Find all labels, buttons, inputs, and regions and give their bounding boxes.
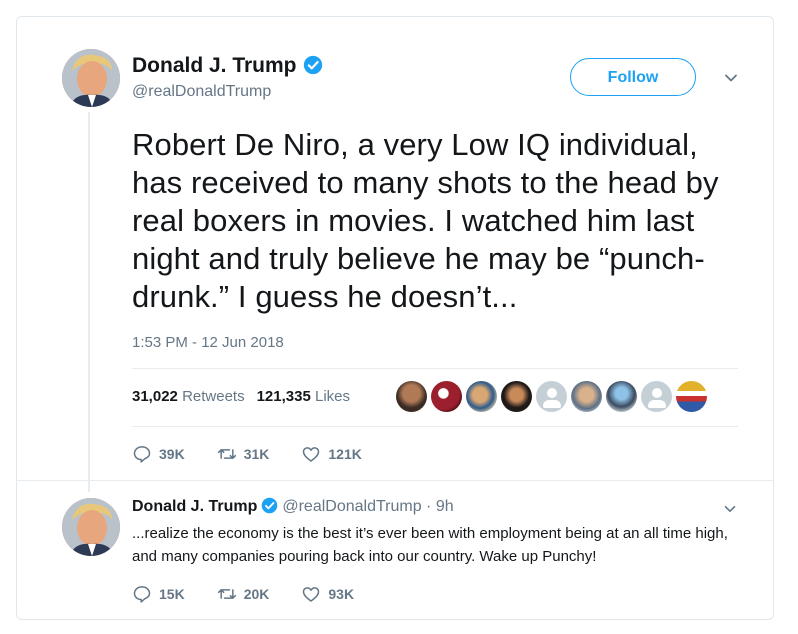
liker-avatar[interactable] xyxy=(606,381,637,412)
retweets-label: Retweets xyxy=(182,388,245,405)
liker-avatar[interactable] xyxy=(466,381,497,412)
follow-button[interactable]: Follow xyxy=(570,58,696,96)
thread-connector-line xyxy=(88,112,90,492)
reply-icon xyxy=(133,586,151,603)
engagement-stats: 31,022 Retweets 121,335 Likes xyxy=(132,388,350,405)
likes-count: 121,335 xyxy=(256,388,311,405)
liker-avatar[interactable] xyxy=(571,381,602,412)
reply-count: 39K xyxy=(159,446,185,462)
reply-button[interactable]: 15K xyxy=(132,584,185,604)
retweets-stat[interactable]: 31,022 Retweets xyxy=(132,388,245,405)
default-avatar-icon[interactable] xyxy=(536,381,567,412)
verified-badge-icon xyxy=(303,55,323,75)
like-count: 93K xyxy=(328,586,355,602)
liker-avatar[interactable] xyxy=(676,381,707,412)
retweet-count: 20K xyxy=(243,586,270,602)
reply-actions: 15K 20K 93K xyxy=(132,584,386,604)
tweet-timestamp[interactable]: 1:53 PM - 12 Jun 2018 xyxy=(132,334,284,351)
like-icon xyxy=(303,587,320,602)
reply-count: 15K xyxy=(159,586,185,602)
author-avatar[interactable] xyxy=(62,49,120,107)
likes-label: Likes xyxy=(315,388,351,405)
retweet-icon xyxy=(217,449,236,459)
reply-handle-time[interactable]: @realDonaldTrump · 9h xyxy=(282,498,453,515)
author-handle[interactable]: @realDonaldTrump xyxy=(132,83,271,101)
tweet-text: Robert De Niro, a very Low IQ individual… xyxy=(132,127,719,314)
like-button[interactable]: 93K xyxy=(301,584,354,604)
reply-author-avatar[interactable] xyxy=(62,498,120,556)
divider xyxy=(132,368,738,369)
divider xyxy=(16,480,774,481)
retweets-count: 31,022 xyxy=(132,388,178,405)
like-count: 121K xyxy=(328,446,362,462)
retweet-button[interactable]: 20K xyxy=(217,584,270,604)
retweet-button[interactable]: 31K xyxy=(217,444,270,464)
liker-avatar[interactable] xyxy=(431,381,462,412)
reply-icon xyxy=(133,446,151,463)
author-name-text[interactable]: Donald J. Trump xyxy=(132,54,297,77)
reply-button[interactable]: 39K xyxy=(132,444,185,464)
avatar-photo-icon xyxy=(62,49,120,107)
author-name[interactable]: Donald J. Trump xyxy=(132,54,323,78)
like-button[interactable]: 121K xyxy=(301,444,362,464)
liker-avatar[interactable] xyxy=(396,381,427,412)
liker-avatars xyxy=(396,381,711,415)
like-icon xyxy=(303,447,320,462)
chevron-down-icon[interactable] xyxy=(722,501,738,517)
default-avatar-icon[interactable] xyxy=(641,381,672,412)
tweet-actions: 39K 31K 121K xyxy=(132,444,394,464)
retweet-count: 31K xyxy=(243,446,270,462)
avatar-photo-icon xyxy=(62,498,120,556)
verified-badge-icon xyxy=(261,497,278,514)
chevron-down-icon[interactable] xyxy=(722,69,740,87)
divider xyxy=(132,426,738,427)
likes-stat[interactable]: 121,335 Likes xyxy=(257,388,350,405)
reply-text: ...realize the economy is the best it’s … xyxy=(132,525,728,565)
liker-avatar[interactable] xyxy=(501,381,532,412)
reply-author-line: Donald J. Trump @realDonaldTrump · 9h xyxy=(132,497,454,516)
reply-author-name[interactable]: Donald J. Trump xyxy=(132,498,257,515)
retweet-icon xyxy=(217,589,236,599)
